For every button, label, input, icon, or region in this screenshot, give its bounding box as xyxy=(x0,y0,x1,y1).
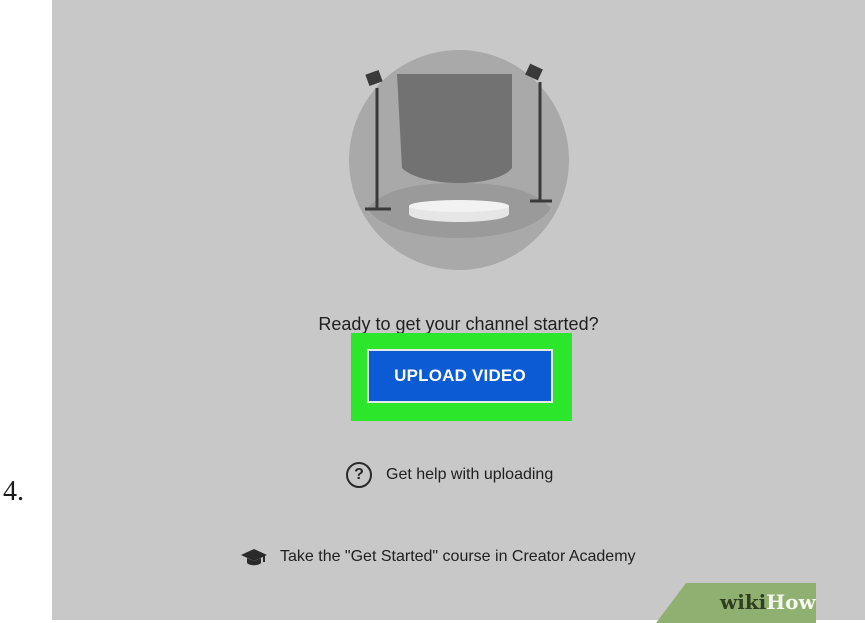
help-link[interactable]: ? Get help with uploading xyxy=(346,462,553,488)
creator-academy-link[interactable]: Take the "Get Started" course in Creator… xyxy=(240,547,636,567)
wikihow-watermark-how: How xyxy=(766,590,816,614)
help-circle-icon: ? xyxy=(346,462,372,488)
studio-illustration xyxy=(349,50,569,270)
studio-empty-state: Ready to get your channel started? UPLOA… xyxy=(52,0,865,620)
help-link-label: Get help with uploading xyxy=(386,466,554,483)
wikihow-watermark: wikiHow xyxy=(720,590,816,614)
upload-video-button[interactable]: UPLOAD VIDEO xyxy=(367,349,553,403)
creator-academy-label: Take the "Get Started" course in Creator… xyxy=(280,548,636,565)
wikihow-watermark-wiki: wiki xyxy=(720,590,767,614)
step-number: 4. xyxy=(3,476,24,507)
upload-button-highlight: UPLOAD VIDEO xyxy=(351,333,572,421)
channel-start-prompt: Ready to get your channel started? xyxy=(318,314,599,334)
graduation-cap-icon xyxy=(241,549,267,566)
